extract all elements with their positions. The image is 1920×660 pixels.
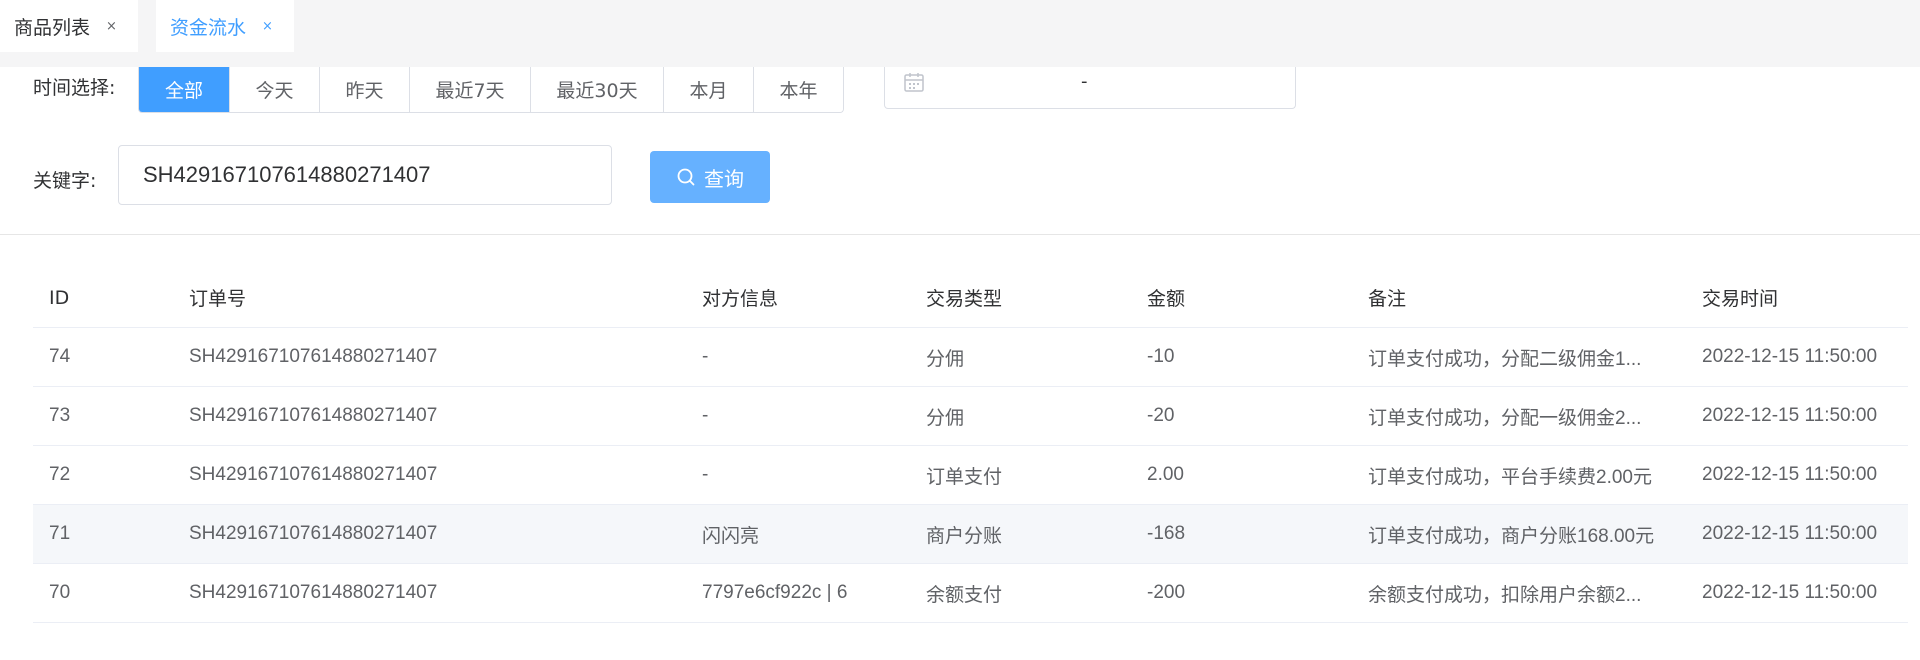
- table-row[interactable]: 74 SH429167107614880271407 - 分佣 -10 订单支付…: [33, 328, 1908, 387]
- tab-fund-flow[interactable]: 资金流水 ×: [156, 0, 294, 52]
- date-range-picker[interactable]: -: [884, 67, 1296, 109]
- cell-party: -: [702, 346, 709, 367]
- cell-type: 商户分账: [926, 525, 1003, 547]
- cell-party: -: [702, 464, 709, 485]
- time-filter-label: 时间选择:: [33, 77, 116, 99]
- keyword-label: 关键字:: [33, 170, 97, 192]
- column-header-amount: 金额: [1147, 288, 1186, 310]
- tab-product-list[interactable]: 商品列表 ×: [0, 0, 138, 52]
- cell-id: 71: [49, 523, 71, 544]
- column-header-id: ID: [49, 286, 70, 309]
- cell-note: 订单支付成功，分配一级佣金2...: [1368, 407, 1642, 429]
- table-row[interactable]: 70 SH429167107614880271407 7797e6cf922c …: [33, 564, 1908, 623]
- time-option-yesterday[interactable]: 昨天: [320, 67, 410, 112]
- time-option-this-month[interactable]: 本月: [664, 67, 754, 112]
- cell-order: SH429167107614880271407: [189, 523, 438, 544]
- cell-type: 分佣: [926, 348, 965, 370]
- time-option-all[interactable]: 全部: [139, 67, 230, 112]
- table-row[interactable]: 72 SH429167107614880271407 - 订单支付 2.00 订…: [33, 446, 1908, 505]
- cell-type: 订单支付: [926, 466, 1003, 488]
- column-header-party: 对方信息: [702, 288, 779, 310]
- cell-order: SH429167107614880271407: [189, 464, 438, 485]
- cell-amount: -200: [1147, 582, 1186, 603]
- search-button[interactable]: 查询: [650, 151, 770, 203]
- cell-amount: -20: [1147, 405, 1175, 426]
- cell-id: 73: [49, 405, 71, 426]
- time-option-30-days[interactable]: 最近30天: [531, 67, 664, 112]
- column-header-note: 备注: [1368, 288, 1407, 310]
- column-header-type: 交易类型: [926, 288, 1003, 310]
- cell-note: 订单支付成功，分配二级佣金1...: [1368, 348, 1642, 370]
- cell-amount: -10: [1147, 346, 1175, 367]
- table-header: ID 订单号 对方信息 交易类型 金额 备注 交易时间: [33, 268, 1908, 328]
- time-option-today[interactable]: 今天: [230, 67, 320, 112]
- close-icon[interactable]: ×: [262, 19, 273, 34]
- cell-note: 余额支付成功，扣除用户余额2...: [1368, 584, 1642, 606]
- transactions-table: ID 订单号 对方信息 交易类型 金额 备注 交易时间 74 SH4291671…: [33, 268, 1908, 623]
- cell-party: 闪闪亮: [702, 525, 760, 547]
- cell-order: SH429167107614880271407: [189, 582, 438, 603]
- time-option-this-year[interactable]: 本年: [754, 67, 843, 112]
- filter-panel: 时间选择: 全部 今天 昨天 最近7天 最近30天 本月 本年 - 关键字: S…: [0, 67, 1920, 235]
- search-button-label: 查询: [704, 166, 744, 191]
- cell-party: 7797e6cf922c | 6: [702, 582, 848, 603]
- cell-order: SH429167107614880271407: [189, 346, 438, 367]
- cell-id: 70: [49, 582, 71, 603]
- cell-time: 2022-12-15 11:50:00: [1702, 523, 1878, 544]
- keyword-input[interactable]: SH429167107614880271407: [118, 145, 612, 205]
- cell-type: 分佣: [926, 407, 965, 429]
- cell-time: 2022-12-15 11:50:00: [1702, 582, 1878, 603]
- calendar-icon: [904, 73, 924, 92]
- cell-id: 72: [49, 464, 71, 485]
- table-row[interactable]: 73 SH429167107614880271407 - 分佣 -20 订单支付…: [33, 387, 1908, 446]
- cell-time: 2022-12-15 11:50:00: [1702, 405, 1878, 426]
- table-row[interactable]: 71 SH429167107614880271407 闪闪亮 商户分账 -168…: [33, 505, 1908, 564]
- tabs-bar: 商品列表 × 资金流水 ×: [0, 0, 1920, 67]
- close-icon[interactable]: ×: [106, 19, 117, 34]
- cell-time: 2022-12-15 11:50:00: [1702, 346, 1878, 367]
- cell-amount: -168: [1147, 523, 1186, 544]
- cell-note: 订单支付成功，平台手续费2.00元: [1368, 466, 1652, 488]
- cell-time: 2022-12-15 11:50:00: [1702, 464, 1878, 485]
- tab-label: 商品列表: [14, 16, 91, 39]
- cell-order: SH429167107614880271407: [189, 405, 438, 426]
- date-range-separator: -: [1081, 71, 1088, 92]
- column-header-order: 订单号: [189, 288, 247, 310]
- column-header-time: 交易时间: [1702, 288, 1779, 310]
- cell-party: -: [702, 405, 709, 426]
- time-range-button-group: 全部 今天 昨天 最近7天 最近30天 本月 本年: [138, 67, 844, 113]
- cell-note: 订单支付成功，商户分账168.00元: [1368, 525, 1655, 547]
- cell-amount: 2.00: [1147, 464, 1184, 485]
- cell-type: 余额支付: [926, 584, 1003, 606]
- cell-id: 74: [49, 346, 71, 367]
- tab-label: 资金流水: [170, 16, 247, 39]
- time-option-7-days[interactable]: 最近7天: [410, 67, 531, 112]
- search-icon: [677, 168, 695, 186]
